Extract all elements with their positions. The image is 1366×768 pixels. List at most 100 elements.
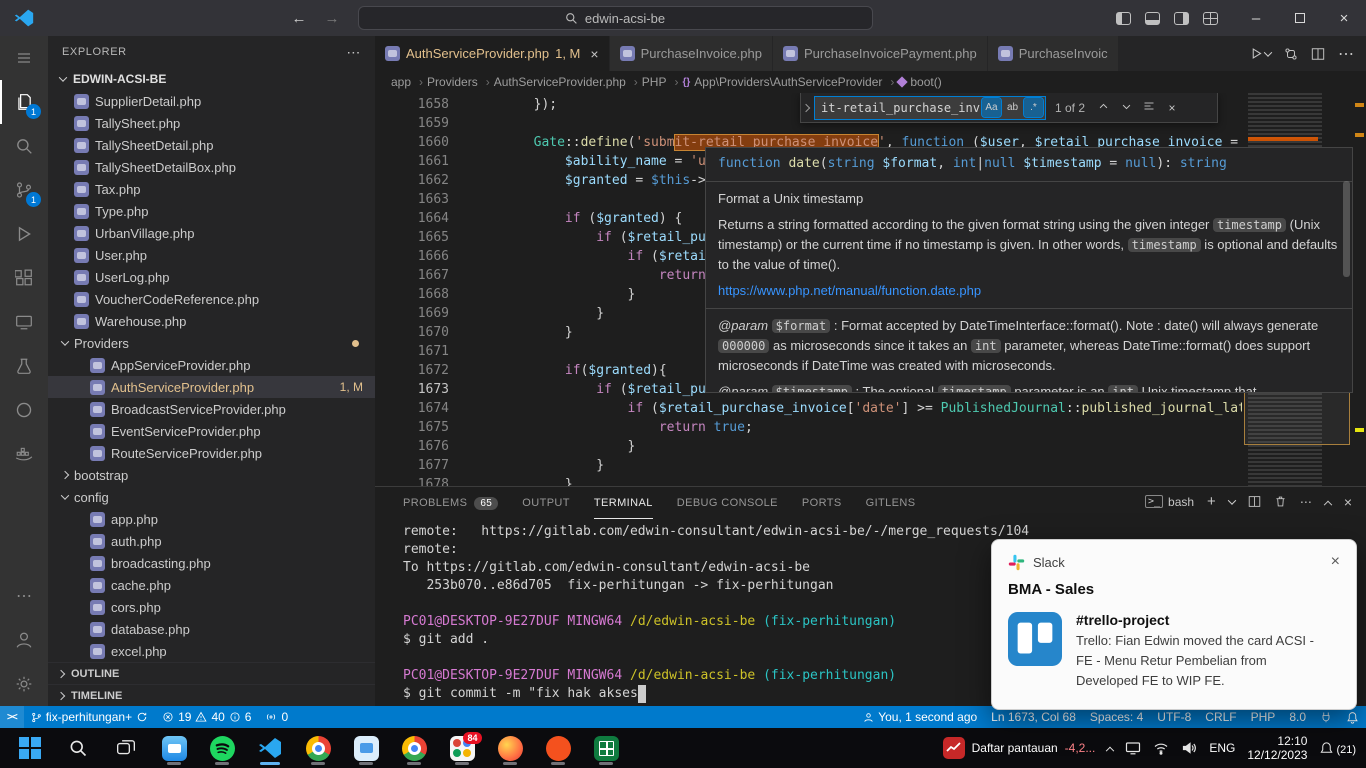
tray-overflow-icon[interactable] [1106,747,1114,755]
back-icon[interactable]: ← [292,10,307,27]
sidebar-item-remote-explorer[interactable] [0,300,48,344]
sidebar-item-source-control[interactable]: 1 [0,168,48,212]
close-button[interactable]: × [1322,0,1366,36]
toggle-replace-icon[interactable] [802,103,810,111]
explorer-item[interactable]: Tax.php [48,178,375,200]
match-case-toggle[interactable]: Aa [982,98,1001,117]
sidebar-item-extensions[interactable] [0,256,48,300]
next-match-button[interactable] [1117,101,1135,115]
editor-tab[interactable]: PurchaseInvoice.php [610,36,773,71]
close-find-icon[interactable]: × [1163,101,1181,115]
vscode-app[interactable] [252,730,288,766]
sidebar-item-gitlens[interactable] [0,388,48,432]
find-input[interactable]: it-retail_purchase_invoice Aa ab .* [814,96,1046,120]
sidebar-item-explorer[interactable]: 1 [0,80,48,124]
close-toast-icon[interactable]: × [1331,553,1340,571]
explorer-item[interactable]: UserLog.php [48,266,375,288]
timeline-section[interactable]: TIMELINE [48,684,375,706]
more-actions-icon[interactable]: ⋯ [1338,44,1354,64]
breadcrumb-item[interactable]: {} App\Providers\AuthServiceProvider › [682,75,898,89]
settings-button[interactable] [0,662,48,706]
run-php-button[interactable] [1250,47,1271,60]
wifi-icon[interactable] [1153,740,1169,756]
explorer-item[interactable]: database.php [48,618,375,640]
more-actions-icon[interactable]: ⋯ [1300,495,1312,509]
split-terminal-icon[interactable] [1248,495,1261,508]
mail-app[interactable] [348,730,384,766]
minimize-button[interactable]: – [1234,0,1278,36]
breadcrumb-item[interactable]: PHP › [642,75,683,89]
sidebar-item-docker[interactable] [0,432,48,476]
spotify-app[interactable] [204,730,240,766]
panel-tab[interactable]: DEBUG CONSOLE [677,487,778,519]
breadcrumb-item[interactable]: AuthServiceProvider.php › [494,75,642,89]
customize-layout-icon[interactable] [1203,12,1218,25]
accounts-button[interactable] [0,618,48,662]
explorer-item[interactable]: User.php [48,244,375,266]
explorer-item[interactable]: config [48,486,375,508]
app-orange[interactable] [540,730,576,766]
editor-tab[interactable]: PurchaseInvoic [988,36,1119,71]
toggle-sidebar-icon[interactable] [1116,12,1131,25]
chrome-app-2[interactable] [396,730,432,766]
workspace-root-folder[interactable]: EDWIN-ACSI-BE [48,68,375,90]
close-panel-icon[interactable]: × [1344,494,1352,510]
code-editor[interactable]: 1658 }); 1659 1660 Gate::define('submit [375,93,1366,486]
panel-tab[interactable]: OUTPUT [522,487,570,519]
explorer-item[interactable]: cors.php [48,596,375,618]
maximize-button[interactable] [1278,0,1322,36]
toggle-secondary-sidebar-icon[interactable] [1174,12,1189,25]
slack-notification[interactable]: Slack × BMA - Sales #trello-project Trel… [991,539,1357,710]
explorer-item[interactable]: RouteServiceProvider.php [48,442,375,464]
previous-match-button[interactable] [1094,101,1112,115]
taskbar-search-button[interactable] [60,730,96,766]
menu-button[interactable] [0,36,48,80]
panel-tab[interactable]: PORTS [802,487,842,519]
explorer-item[interactable]: broadcasting.php [48,552,375,574]
explorer-item[interactable]: BroadcastServiceProvider.php [48,398,375,420]
tooltip-scrollbar[interactable] [1343,181,1350,277]
volume-icon[interactable] [1181,740,1197,756]
explorer-item[interactable]: cache.php [48,574,375,596]
breadcrumb-item[interactable]: Providers › [427,75,494,89]
breadcrumb-item[interactable]: boot() › [898,75,941,89]
explorer-item[interactable]: bootstrap [48,464,375,486]
notification-app[interactable]: 84 [444,730,480,766]
command-center-search[interactable]: edwin-acsi-be [358,6,873,30]
whole-word-toggle[interactable]: ab [1003,98,1022,117]
start-button[interactable] [12,730,48,766]
ports-status[interactable]: 0 [258,706,295,728]
panel-tab[interactable]: PROBLEMS 65 [403,487,498,519]
explorer-item[interactable]: Warehouse.php [48,310,375,332]
editor-tab[interactable]: AuthServiceProvider.php 1, M × [375,36,610,71]
explorer-item[interactable]: AppServiceProvider.php [48,354,375,376]
terminal-shell-selector[interactable]: >_ bash [1145,495,1194,509]
explorer-item[interactable]: TallySheetDetail.php [48,134,375,156]
sidebar-item-testing[interactable] [0,344,48,388]
explorer-actions-icon[interactable]: ⋯ [346,44,361,61]
taskbar-clock[interactable]: 12:10 12/12/2023 [1247,734,1307,762]
gitlens-blame[interactable]: You, 1 second ago [856,706,984,728]
file-explorer-app[interactable] [156,730,192,766]
explorer-item[interactable]: TallySheetDetailBox.php [48,156,375,178]
chrome-app[interactable] [300,730,336,766]
explorer-item[interactable]: Providers [48,332,375,354]
explorer-item[interactable]: SupplierDetail.php [48,90,375,112]
remote-indicator[interactable]: >< [0,706,24,728]
panel-tab[interactable]: TERMINAL [594,487,653,519]
monitor-icon[interactable] [1125,740,1141,756]
notification-center[interactable]: (21) [1319,741,1356,756]
find-in-selection-button[interactable] [1140,100,1158,115]
kill-terminal-icon[interactable] [1274,495,1287,508]
explorer-item[interactable]: UrbanVillage.php [48,222,375,244]
sidebar-item-search[interactable] [0,124,48,168]
explorer-item[interactable]: excel.php [48,640,375,662]
split-editor-icon[interactable] [1311,47,1325,61]
explorer-item[interactable]: app.php [48,508,375,530]
forward-icon[interactable]: → [325,10,340,27]
maximize-panel-icon[interactable] [1324,500,1332,508]
chevron-down-icon[interactable] [1228,496,1236,504]
excel-app[interactable] [588,730,624,766]
explorer-item[interactable]: EventServiceProvider.php [48,420,375,442]
compare-changes-icon[interactable] [1284,47,1298,61]
